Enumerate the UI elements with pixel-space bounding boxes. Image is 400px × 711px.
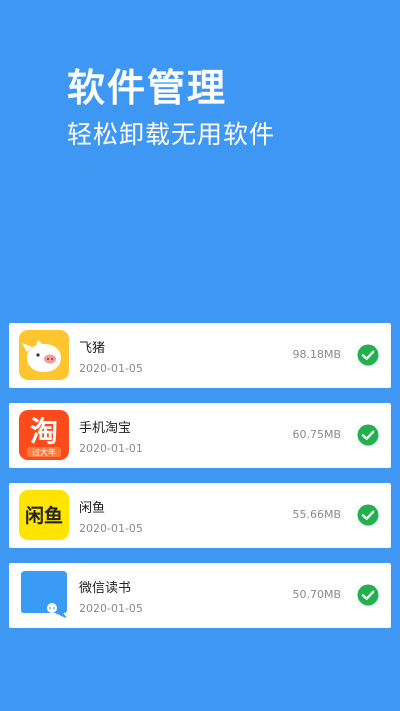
page-title: 软件管理 <box>67 66 228 110</box>
app-size: 50.70MB <box>292 588 341 601</box>
app-name: 飞猪 <box>79 341 106 356</box>
check-icon[interactable] <box>357 584 379 606</box>
app-row-fliggy[interactable]: 飞猪 2020-01-05 98.18MB <box>9 323 391 388</box>
app-name: 微信读书 <box>79 581 132 596</box>
check-icon[interactable] <box>357 504 379 526</box>
check-icon[interactable] <box>357 424 379 446</box>
app-date: 2020-01-01 <box>79 442 143 455</box>
check-icon[interactable] <box>357 344 379 366</box>
hero-section: 软件管理 轻松卸载无用软件 <box>67 62 275 152</box>
app-date: 2020-01-05 <box>79 602 143 615</box>
taobao-icon-glyph: 淘 <box>30 415 58 448</box>
taobao-icon: 淘 过大年 <box>19 410 69 460</box>
page-subtitle: 轻松卸载无用软件 <box>67 120 276 149</box>
xianyu-icon: 闲鱼 <box>19 490 69 540</box>
app-list: 飞猪 2020-01-05 98.18MB 淘 过大年 手机淘宝 2020-01… <box>9 323 391 643</box>
software-manager-screen: { "header": { "title": "软件管理", "subtitle… <box>0 0 400 711</box>
app-date: 2020-01-05 <box>79 522 143 535</box>
weread-icon <box>19 570 69 620</box>
taobao-icon-badge: 过大年 <box>32 447 56 457</box>
app-name: 闲鱼 <box>79 501 106 516</box>
app-name: 手机淘宝 <box>79 421 132 436</box>
app-size: 55.66MB <box>292 508 341 521</box>
app-row-taobao[interactable]: 淘 过大年 手机淘宝 2020-01-01 60.75MB <box>9 403 391 468</box>
xianyu-icon-glyph: 闲鱼 <box>25 504 63 527</box>
app-row-weread[interactable]: 微信读书 2020-01-05 50.70MB <box>9 563 391 628</box>
app-size: 60.75MB <box>292 428 341 441</box>
app-size: 98.18MB <box>292 348 341 361</box>
fliggy-pig-icon <box>19 330 69 380</box>
app-date: 2020-01-05 <box>79 362 143 375</box>
app-row-xianyu[interactable]: 闲鱼 闲鱼 2020-01-05 55.66MB <box>9 483 391 548</box>
